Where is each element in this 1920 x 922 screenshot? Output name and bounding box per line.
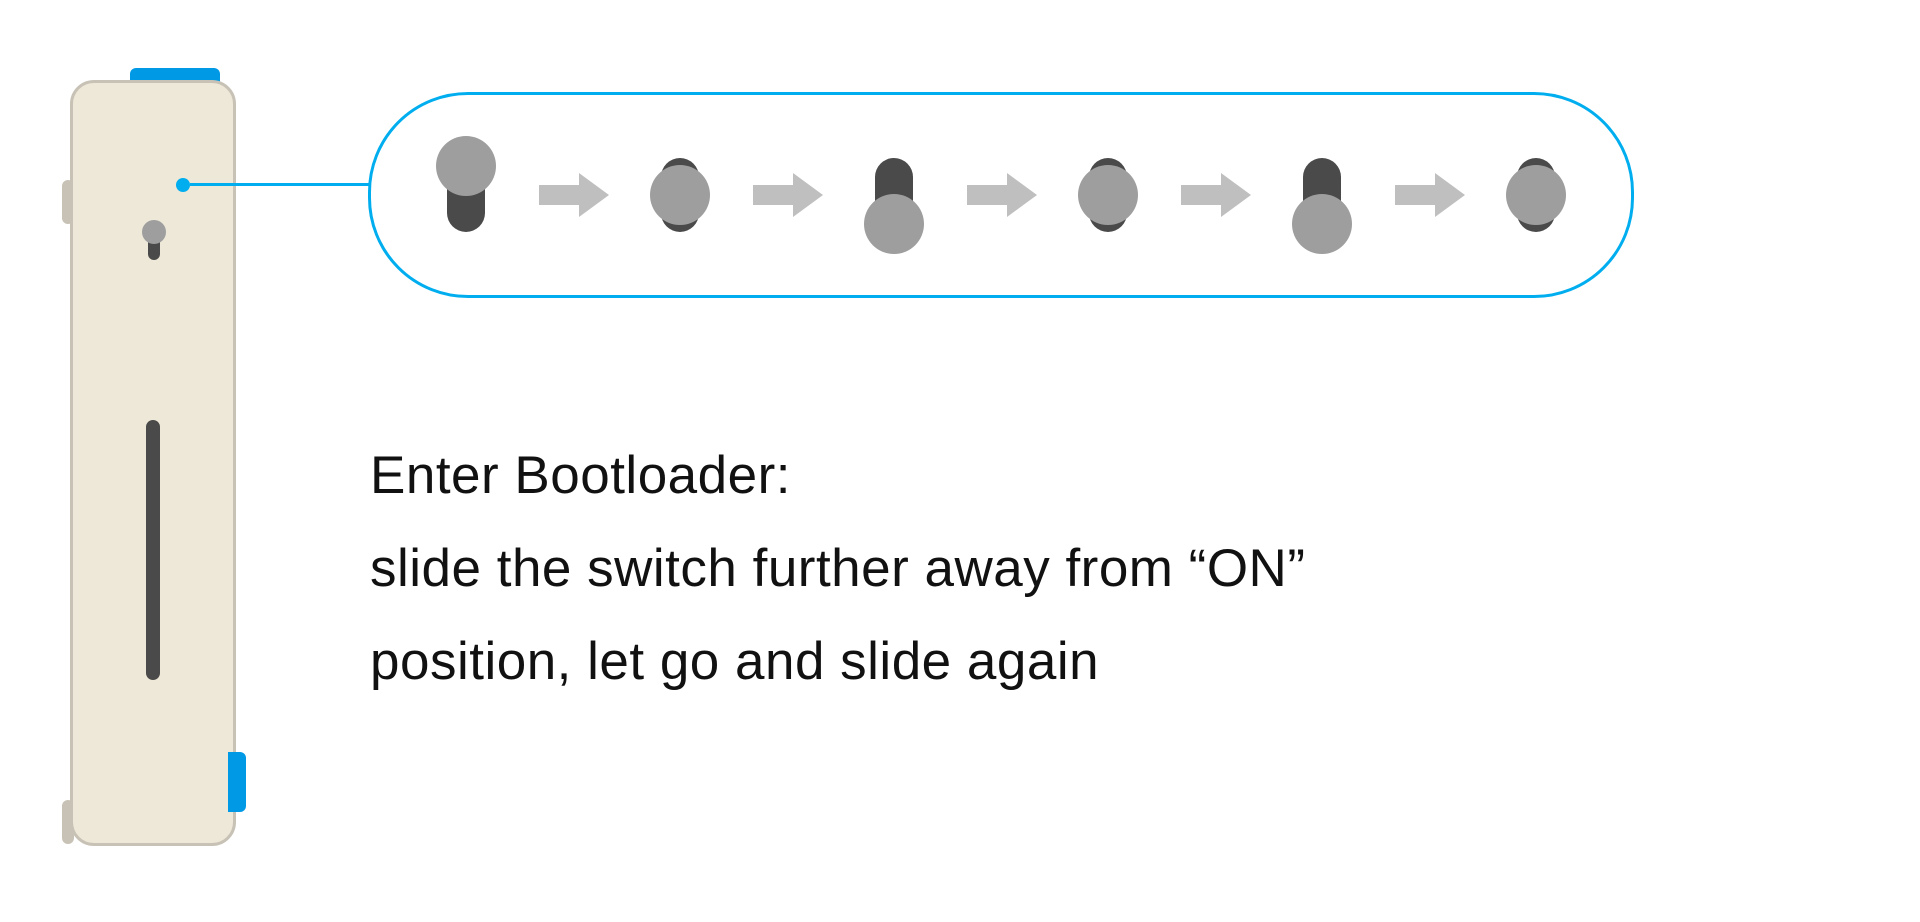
device-side-view [60,60,240,860]
switch-knob [864,194,924,254]
switch-step [1503,140,1569,250]
switch-knob [1078,165,1138,225]
instruction-line-2: slide the switch further away from “ON” [370,523,1305,616]
arrow-right-icon [1175,170,1255,220]
switch-sequence-callout [368,92,1634,298]
switch-step [433,140,499,250]
arrow-right-icon [1389,170,1469,220]
switch-knob [650,165,710,225]
arrow-right-icon [961,170,1041,220]
instruction-line-3: position, let go and slide again [370,616,1305,709]
device-switch-knob [142,220,166,244]
device-side-button [228,752,246,812]
instruction-line-1: Enter Bootloader: [370,430,1305,523]
arrow-right-icon [747,170,827,220]
switch-step [861,140,927,250]
switch-knob [436,136,496,196]
switch-step [1289,140,1355,250]
device-slot [146,420,160,680]
switch-step [647,140,713,250]
switch-knob [1292,194,1352,254]
callout-anchor-dot [176,178,190,192]
instruction-text: Enter Bootloader: slide the switch furth… [370,430,1305,708]
switch-step [1075,140,1141,250]
switch-knob [1506,165,1566,225]
callout-connector-line [190,183,370,186]
arrow-right-icon [533,170,613,220]
